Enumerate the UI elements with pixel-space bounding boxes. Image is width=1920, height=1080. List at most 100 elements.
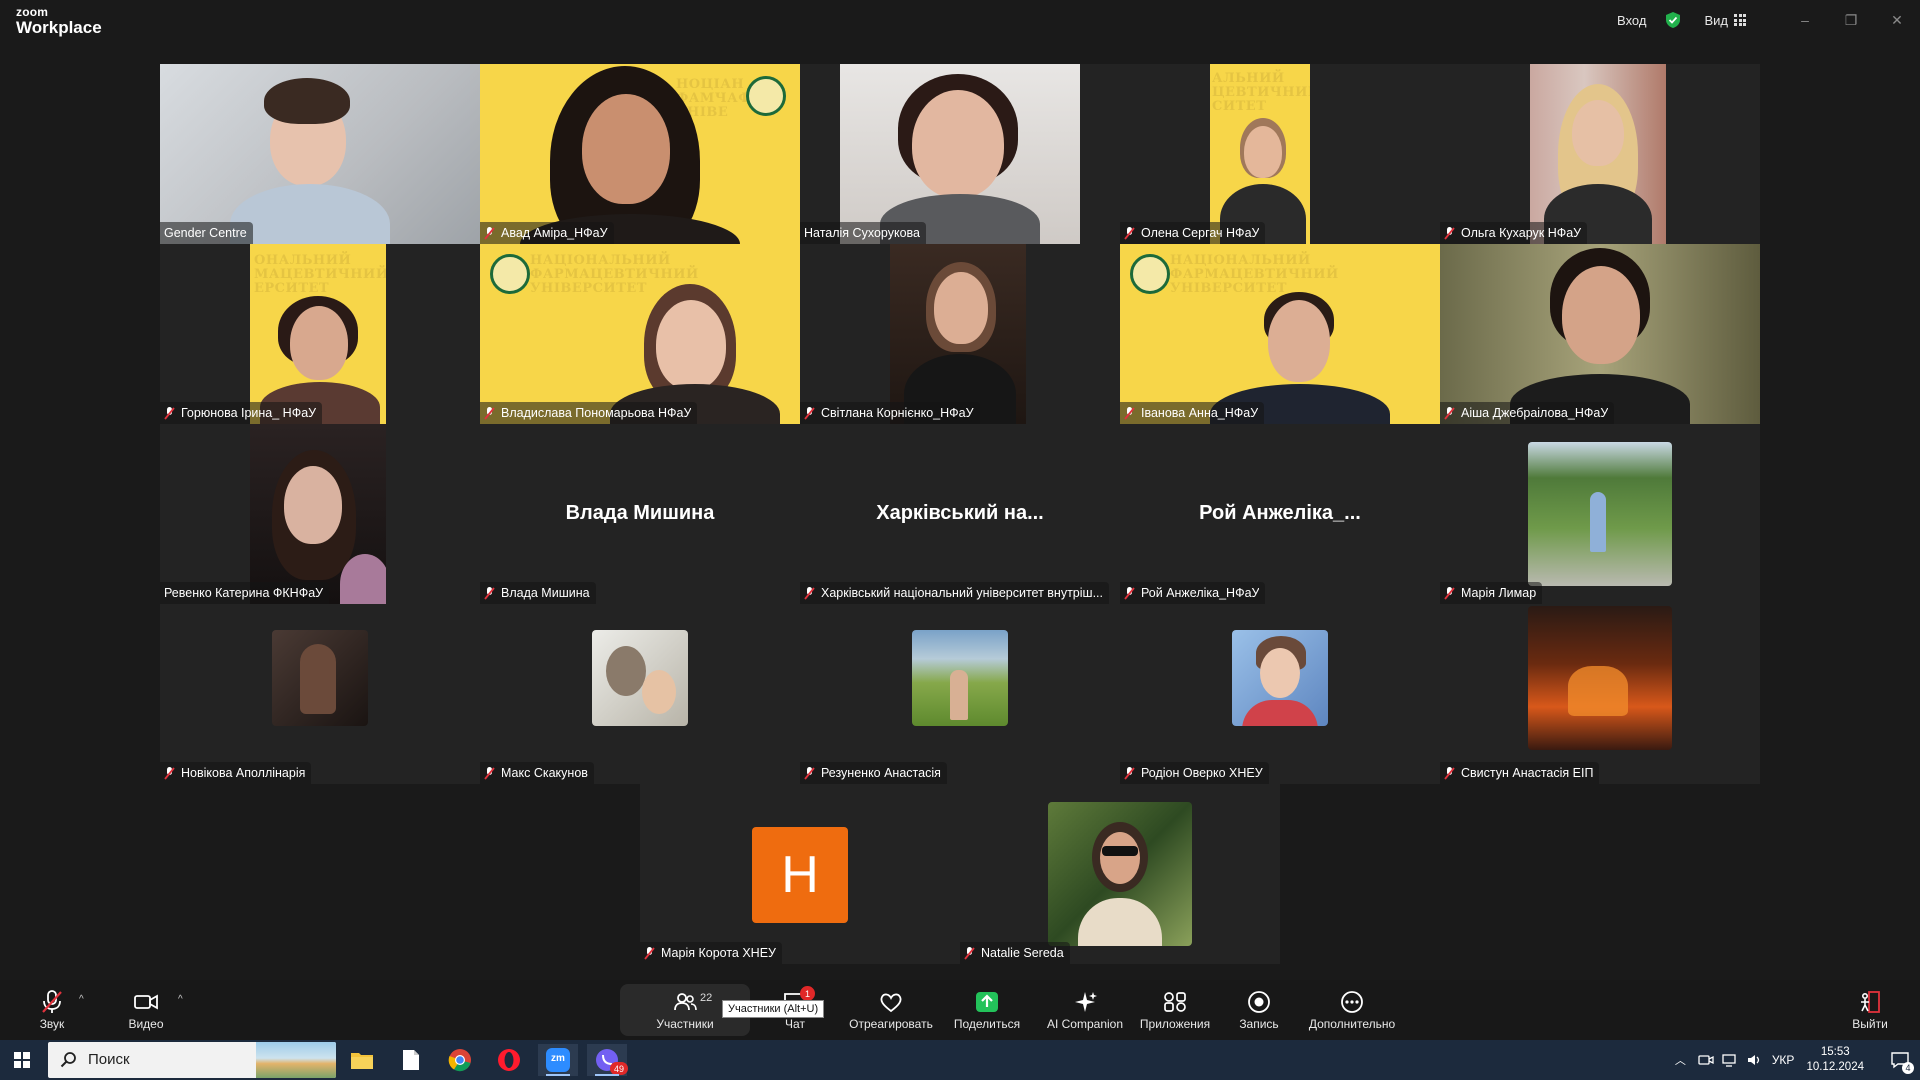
participant-name: Олена Сергач НФаУ [1141, 226, 1260, 240]
folder-icon [351, 1053, 373, 1069]
profile-picture [1048, 802, 1192, 946]
video-options-caret[interactable]: ^ [178, 994, 183, 1005]
encryption-shield-icon[interactable] [1664, 11, 1682, 29]
participant-tile[interactable]: Новікова Аполлінарія [160, 604, 480, 784]
audio-label: Звук [39, 1016, 65, 1031]
clock-time: 15:53 [1820, 1046, 1850, 1058]
react-button[interactable]: Отреагировать [846, 980, 936, 1040]
windows-start-icon[interactable] [14, 1052, 30, 1068]
participant-name: Свистун Анастасія ЕІП [1461, 766, 1594, 780]
more-dots-icon [1341, 990, 1363, 1013]
profile-picture [272, 630, 368, 726]
participant-tile[interactable]: Влада Мишина Влада Мишина [480, 424, 800, 604]
leave-door-icon [1861, 990, 1880, 1013]
system-tray: ︿ УКР 15:53 10.12.2024 4 [1675, 1040, 1920, 1080]
meet-now-icon[interactable] [1698, 1052, 1714, 1068]
video-button[interactable]: Видео [124, 980, 168, 1040]
participant-tile[interactable]: Харківський на... Харківський національн… [800, 424, 1120, 604]
participant-video: НОЦІАН ФАМЧАФ УНІВЕ [480, 64, 800, 244]
video-camera-icon [134, 993, 158, 1010]
taskbar-viber[interactable]: 49 [587, 1044, 628, 1076]
participant-tile[interactable]: Ольга Кухарук НФаУ [1440, 64, 1760, 244]
close-window-button[interactable]: ✕ [1874, 0, 1920, 40]
keyboard-language[interactable]: УКР [1772, 1053, 1795, 1067]
video-gallery: Gender Centre НОЦІАН ФАМЧАФ УНІВЕ Авад Амі… [160, 64, 1760, 784]
audio-button[interactable]: Звук [30, 980, 74, 1040]
zoom-workplace-logo: zoom Workplace [16, 6, 102, 36]
record-button[interactable]: Запись [1236, 980, 1282, 1040]
participant-tile[interactable]: НАЦІОНАЛЬНИЙ ФАРМАЦЕВТИЧНИЙ УНІВЕРСИТЕТ Ів… [1120, 244, 1440, 424]
participant-tile[interactable]: НОЦІАН ФАМЧАФ УНІВЕ Авад Аміра_НФаУ [480, 64, 800, 244]
volume-icon[interactable] [1746, 1052, 1762, 1068]
chat-unread-badge: 1 [800, 986, 815, 1001]
participant-name: Марія Корота ХНЕУ [661, 946, 776, 960]
participant-name: Новікова Аполлінарія [181, 766, 306, 780]
participant-tile[interactable]: АЛЬНИЙ ЦЕВТИЧНИЙ СИТЕТ Олена Сергач НФаУ [1120, 64, 1440, 244]
leave-label: Выйти [1852, 1016, 1888, 1031]
participant-tile[interactable]: Рой Анжеліка_... Рой Анжеліка_НФаУ [1120, 424, 1440, 604]
participant-tile[interactable]: НАЦІОНАЛЬНИЙ ФАРМАЦЕВТИЧНИЙ УНІВЕРСИТЕТ Вл… [480, 244, 800, 424]
leave-button[interactable]: Выйти [1848, 980, 1892, 1040]
taskbar-file-explorer[interactable] [342, 1044, 382, 1076]
participants-button[interactable]: Участники [640, 980, 730, 1040]
participant-video [840, 64, 1080, 244]
participant-tile[interactable]: Ревенко Катерина ФКНФаУ [160, 424, 480, 604]
mic-muted-icon [1444, 226, 1455, 240]
taskbar-chrome[interactable] [440, 1044, 480, 1076]
search-icon [60, 1052, 76, 1068]
mic-muted-icon [1444, 406, 1455, 420]
participant-name: Марія Лимар [1461, 586, 1537, 600]
participant-tile[interactable]: Natalie Sereda [960, 784, 1280, 964]
restore-button[interactable]: ❐ [1828, 0, 1874, 40]
minimize-button[interactable]: – [1782, 0, 1828, 40]
participant-name: Наталія Сухорукова [804, 226, 920, 240]
record-label: Запись [1239, 1016, 1279, 1031]
mic-muted-icon [1124, 406, 1135, 420]
participant-tile[interactable]: Резуненко Анастасія [800, 604, 1120, 784]
participant-display-name: Рой Анжеліка_... [1199, 502, 1361, 524]
profile-picture [592, 630, 688, 726]
participant-tile[interactable]: Наталія Сухорукова [800, 64, 1120, 244]
share-button[interactable]: Поделиться [952, 980, 1022, 1040]
share-label: Поделиться [953, 1016, 1021, 1031]
tray-overflow-chevron-icon[interactable]: ︿ [1675, 1052, 1686, 1068]
ai-companion-button[interactable]: AI Companion [1040, 980, 1130, 1040]
participant-tile[interactable]: Марія Лимар [1440, 424, 1760, 604]
participant-name: Іванова Анна_НФаУ [1141, 406, 1259, 420]
participant-tile[interactable]: Gender Centre [160, 64, 480, 244]
taskbar-notepad[interactable] [391, 1044, 431, 1076]
sign-in-link[interactable]: Вход [1617, 13, 1646, 28]
mic-muted-icon [1444, 766, 1455, 780]
participant-tile[interactable]: Макс Скакунов [480, 604, 800, 784]
mic-muted-icon [164, 406, 175, 420]
letter-avatar: Н [752, 827, 848, 923]
network-icon[interactable] [1722, 1052, 1738, 1068]
participant-video [890, 244, 1026, 424]
more-button[interactable]: Дополнительно [1304, 980, 1400, 1040]
participants-tooltip: Участники (Alt+U) [722, 1000, 825, 1018]
participant-video [1530, 64, 1666, 244]
clock-date: 10.12.2024 [1806, 1061, 1864, 1073]
participant-tile[interactable]: ОНАЛЬНИЙ МАЦЕВТИЧНИЙ ЕРСИТЕТ Горюнова Ірин… [160, 244, 480, 424]
chrome-icon [448, 1049, 471, 1072]
participant-tile[interactable]: Свистун Анастасія ЕІП [1440, 604, 1760, 784]
participant-video: ОНАЛЬНИЙ МАЦЕВТИЧНИЙ ЕРСИТЕТ [250, 244, 386, 424]
apps-button[interactable]: Приложения [1134, 980, 1216, 1040]
participant-tile[interactable]: Аіша Джебраілова_НФаУ [1440, 244, 1760, 424]
search-highlight-image [256, 1042, 336, 1078]
taskbar-search[interactable]: Поиск [48, 1042, 336, 1078]
notification-center[interactable]: 4 [1880, 1040, 1920, 1080]
mic-muted-icon [484, 766, 495, 780]
meeting-controls-toolbar: Звук ^ Видео ^ Участники 22 Чат 1 Участн… [0, 980, 1920, 1040]
taskbar-opera[interactable] [489, 1044, 529, 1076]
system-clock[interactable]: 15:53 10.12.2024 [1806, 1045, 1864, 1075]
mic-muted-icon [1124, 586, 1135, 600]
taskbar-zoom[interactable]: zm [538, 1044, 578, 1076]
document-icon [403, 1050, 419, 1070]
audio-options-caret[interactable]: ^ [79, 994, 84, 1005]
participant-tile[interactable]: Світлана Корнієнко_НФаУ [800, 244, 1120, 424]
participant-tile[interactable]: Н Марія Корота ХНЕУ [640, 784, 960, 964]
view-button[interactable]: Вид [1704, 13, 1746, 28]
participant-tile[interactable]: Родіон Оверко ХНЕУ [1120, 604, 1440, 784]
participant-name: Горюнова Ірина_ НФаУ [181, 406, 317, 420]
